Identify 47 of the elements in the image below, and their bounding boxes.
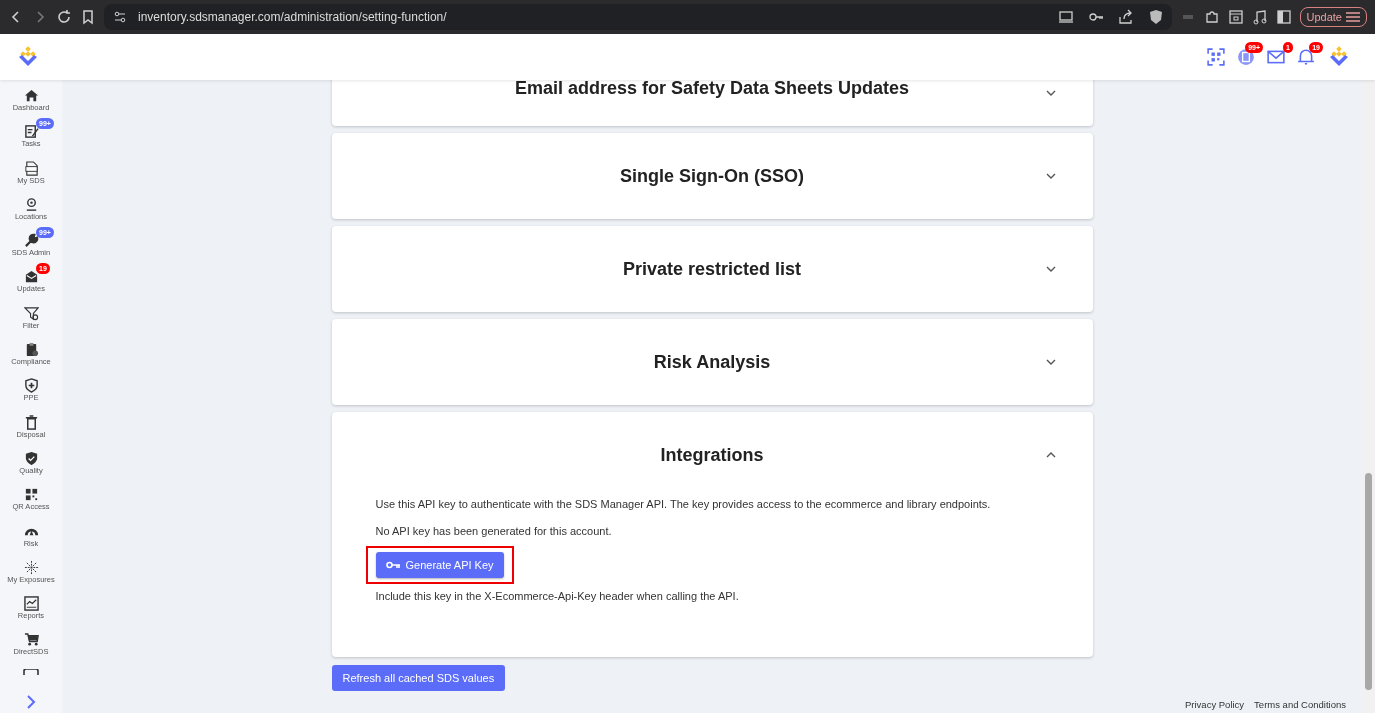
tray-icon[interactable] xyxy=(23,668,39,675)
mail-icon[interactable] xyxy=(1267,48,1285,66)
bookmark-icon[interactable] xyxy=(80,9,96,25)
panel-title[interactable]: Risk Analysis xyxy=(653,351,771,373)
window-icon[interactable] xyxy=(1227,9,1244,25)
hint-text: Include this key in the X-Ecommerce-Api-Key header when calling the API. xyxy=(375,590,740,602)
site-settings-icon[interactable] xyxy=(112,9,128,25)
reload-icon[interactable] xyxy=(56,9,72,25)
logo-icon[interactable] xyxy=(19,46,37,66)
panel-title[interactable]: Email address for Safety Data Sheets Updates xyxy=(514,80,910,99)
status-text: No API key has been generated for this account. xyxy=(375,525,613,537)
key-icon xyxy=(385,561,400,569)
trash-icon[interactable] xyxy=(23,414,39,430)
filter-icon[interactable] xyxy=(23,305,39,321)
generate-key-button[interactable]: Generate API Key xyxy=(375,552,504,578)
chart-icon[interactable] xyxy=(23,596,39,612)
expand-chevron-icon[interactable] xyxy=(24,695,38,709)
document-stack-icon[interactable] xyxy=(1237,48,1255,66)
panel-title[interactable]: Private restricted list xyxy=(622,258,802,280)
qr-code-icon[interactable] xyxy=(23,487,39,503)
footer-link[interactable]: Terms and Conditions xyxy=(1254,699,1346,710)
menu-icon[interactable] xyxy=(1346,12,1360,22)
shield-icon[interactable] xyxy=(1147,9,1164,25)
share-icon[interactable] xyxy=(1117,9,1134,25)
footer-link[interactable]: Privacy Policy xyxy=(1185,699,1245,710)
checklist-icon[interactable] xyxy=(23,124,39,140)
bell-icon[interactable] xyxy=(1297,48,1315,66)
qr-scan-icon[interactable] xyxy=(1207,48,1225,66)
sparkle-icon[interactable] xyxy=(23,559,39,575)
panel-title[interactable]: Single Sign-On (SSO) xyxy=(620,165,804,187)
shield-plus-icon[interactable] xyxy=(23,378,39,394)
update-button[interactable]: Update xyxy=(1299,7,1367,27)
refresh-button[interactable]: Refresh all cached SDS values xyxy=(331,665,506,691)
description-text: Use this API key to authenticate with the SDS Manager API. The key provides access to the ecommerce and library endpoints. xyxy=(375,498,992,510)
music-icon[interactable] xyxy=(1251,9,1268,25)
home-icon[interactable] xyxy=(23,88,39,103)
wrench-icon[interactable] xyxy=(23,233,39,249)
envelope-icon[interactable] xyxy=(23,269,39,285)
scrollbar[interactable] xyxy=(1362,80,1375,713)
logo-icon[interactable] xyxy=(1330,46,1348,66)
panel-title[interactable]: Integrations xyxy=(660,444,764,466)
cart-icon[interactable] xyxy=(23,632,39,648)
shield-check-icon[interactable] xyxy=(23,450,39,466)
cast-icon[interactable] xyxy=(1057,9,1074,25)
sidebar-toggle-icon[interactable] xyxy=(1275,9,1292,25)
url-text[interactable]: inventory.sdsmanager.com/administration/setting-function/ xyxy=(138,10,447,24)
document-icon[interactable] xyxy=(23,160,39,176)
